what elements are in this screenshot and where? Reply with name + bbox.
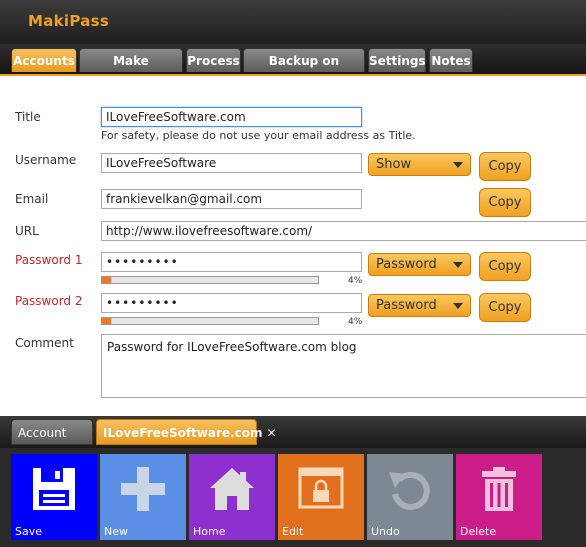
- close-icon[interactable]: ✕: [266, 426, 276, 440]
- copy-password1-button[interactable]: Copy: [479, 252, 531, 281]
- password1-strength-percent: 4%: [348, 276, 363, 286]
- password1-strength-bar: [101, 276, 319, 284]
- edit-button[interactable]: Edit: [278, 454, 364, 540]
- password2-strength-fill: [102, 318, 111, 324]
- copy-email-button[interactable]: Copy: [479, 188, 531, 217]
- tab-accounts[interactable]: Accounts: [11, 48, 77, 72]
- email-label: Email: [15, 192, 49, 206]
- home-icon: [210, 468, 254, 510]
- username-mode-dropdown[interactable]: Show: [368, 153, 471, 176]
- title-field[interactable]: ILoveFreeSoftware.com: [101, 107, 362, 127]
- chevron-down-icon: [453, 162, 463, 168]
- password2-strength-bar: [101, 317, 319, 325]
- password1-mode-value: Password: [376, 257, 437, 272]
- undo-label: Undo: [371, 525, 400, 538]
- password2-strength-percent: 4%: [348, 317, 363, 327]
- app-title: MakiPass: [28, 12, 110, 30]
- home-button[interactable]: Home: [189, 454, 275, 540]
- title-hint: For safety, please do not use your email…: [101, 129, 416, 142]
- comment-field[interactable]: Password for ILoveFreeSoftware.com blog: [101, 334, 586, 398]
- username-label: Username: [15, 153, 77, 167]
- password2-field[interactable]: •••••••••: [101, 293, 362, 313]
- trash-icon: [482, 467, 516, 511]
- plus-icon: [121, 467, 165, 511]
- open-account-tab[interactable]: ILoveFreeSoftware.com ✕: [96, 419, 277, 445]
- title-label: Title: [15, 110, 41, 124]
- password2-mode-value: Password: [376, 298, 437, 313]
- edit-label: Edit: [282, 525, 304, 538]
- new-label: New: [104, 525, 128, 538]
- password2-mode-dropdown[interactable]: Password: [368, 294, 471, 317]
- copy-username-button[interactable]: Copy: [479, 152, 531, 181]
- save-button[interactable]: Save: [11, 454, 97, 540]
- chevron-down-icon: [453, 303, 463, 309]
- password1-mode-dropdown[interactable]: Password: [368, 253, 471, 276]
- new-button[interactable]: New: [100, 454, 186, 540]
- account-list-tab[interactable]: Account List: [11, 419, 93, 466]
- save-label: Save: [15, 525, 43, 538]
- comment-label: Comment: [15, 336, 74, 350]
- tab-process[interactable]: Process: [186, 48, 241, 72]
- tab-backup-on-demand[interactable]: Backup on Demand: [243, 48, 365, 92]
- home-label: Home: [193, 525, 226, 538]
- url-label: URL: [15, 224, 39, 238]
- password1-field[interactable]: •••••••••: [101, 252, 362, 272]
- main-tab-bar: Accounts Make Passwords Process Backup o…: [0, 44, 586, 92]
- tab-settings[interactable]: Settings: [368, 48, 426, 72]
- username-field[interactable]: ILoveFreeSoftware: [101, 153, 362, 173]
- email-field[interactable]: frankievelkan@gmail.com: [101, 189, 362, 209]
- copy-password2-button[interactable]: Copy: [479, 293, 531, 322]
- password2-label: Password 2: [15, 294, 83, 308]
- undo-icon: [389, 471, 430, 510]
- undo-button[interactable]: Undo: [367, 454, 453, 540]
- chevron-down-icon: [453, 262, 463, 268]
- delete-button[interactable]: Delete: [456, 454, 542, 540]
- username-mode-value: Show: [376, 157, 412, 172]
- password1-strength-fill: [102, 277, 111, 283]
- floppy-disk-icon: [33, 468, 75, 510]
- url-field[interactable]: http://www.ilovefreesoftware.com/: [101, 221, 586, 241]
- tab-make-passwords[interactable]: Make Passwords: [79, 48, 183, 92]
- delete-label: Delete: [460, 525, 497, 538]
- title-bar: MakiPass: [0, 0, 586, 44]
- tab-notes[interactable]: Notes: [429, 48, 473, 72]
- open-account-tab-label: ILoveFreeSoftware.com: [103, 426, 263, 440]
- locked-window-icon: [298, 467, 344, 509]
- password1-label: Password 1: [15, 253, 83, 267]
- account-tab-bar: Account List ILoveFreeSoftware.com✕: [0, 416, 586, 466]
- action-toolbar: Save New Home Edit Undo Delete: [0, 448, 586, 547]
